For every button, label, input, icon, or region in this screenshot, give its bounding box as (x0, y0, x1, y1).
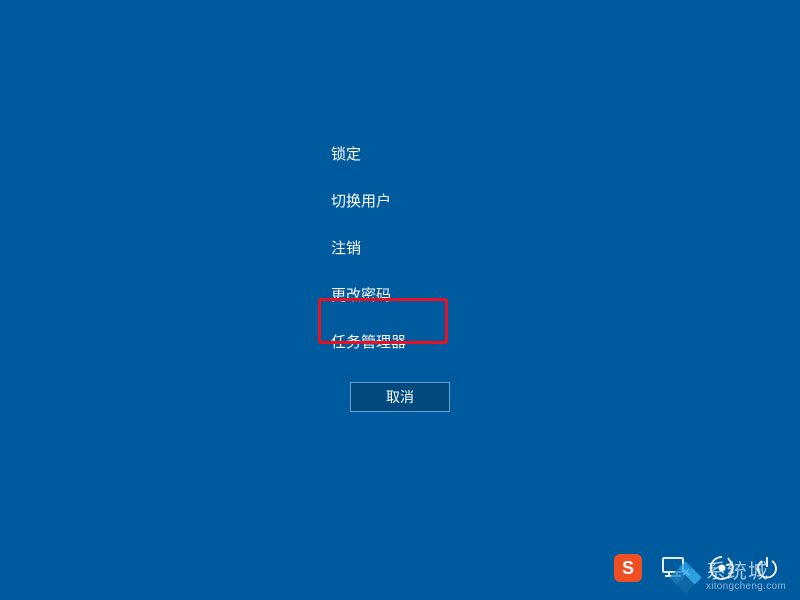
menu-item-switch-user[interactable]: 切换用户 (331, 177, 406, 224)
ime-label: S (622, 558, 634, 579)
network-icon[interactable] (660, 554, 690, 582)
menu-item-sign-out[interactable]: 注销 (331, 224, 406, 271)
watermark-url: xitongcheng.com (706, 582, 786, 592)
ime-sogou-icon[interactable]: S (614, 554, 642, 582)
security-options-menu: 锁定 切换用户 注销 更改密码 任务管理器 (331, 130, 406, 365)
menu-item-change-password[interactable]: 更改密码 (331, 271, 406, 318)
menu-label: 切换用户 (331, 193, 391, 210)
power-icon[interactable] (754, 554, 780, 582)
cancel-button[interactable]: 取消 (350, 382, 450, 412)
menu-label: 更改密码 (331, 287, 391, 304)
taskbar-tray: S (614, 554, 780, 582)
cancel-label: 取消 (386, 387, 414, 407)
menu-label: 注销 (331, 240, 361, 257)
menu-label: 任务管理器 (331, 334, 406, 351)
ease-of-access-icon[interactable] (708, 554, 736, 582)
menu-item-task-manager[interactable]: 任务管理器 (331, 318, 406, 365)
menu-label: 锁定 (331, 146, 361, 163)
menu-item-lock[interactable]: 锁定 (331, 130, 406, 177)
